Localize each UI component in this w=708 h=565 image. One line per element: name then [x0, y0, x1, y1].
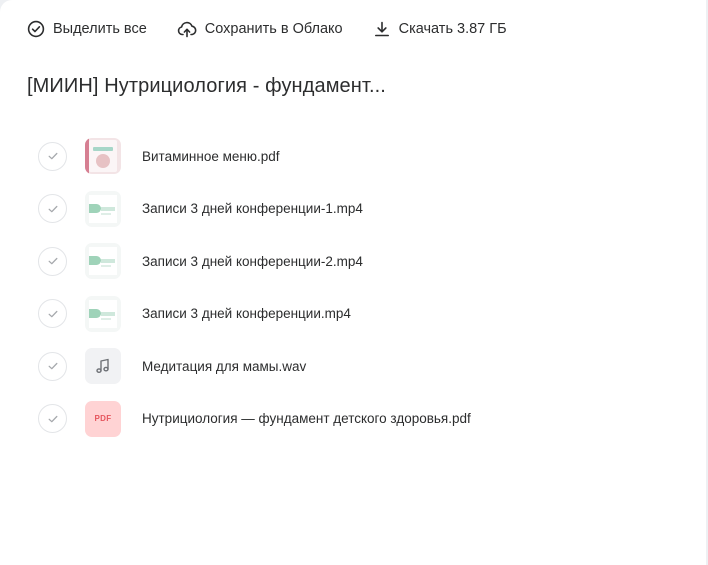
file-row[interactable]: Записи 3 дней конференции.mp4 — [38, 288, 678, 341]
check-circle-icon — [27, 20, 45, 38]
checkmark-icon — [48, 415, 57, 423]
select-all-button[interactable]: Выделить все — [27, 20, 147, 38]
video-thumbnail — [85, 295, 121, 332]
file-select-checkbox[interactable] — [38, 246, 67, 276]
music-note-icon — [96, 359, 109, 374]
pdf-thumbnail — [85, 138, 121, 175]
download-label: Скачать 3.87 ГБ — [398, 21, 507, 37]
file-name: Витаминное меню.pdf — [142, 148, 280, 164]
save-to-cloud-label: Сохранить в Облако — [204, 21, 343, 37]
file-select-checkbox[interactable] — [38, 404, 67, 434]
file-list-panel: Выделить все Сохранить в Облако Скачать … — [0, 0, 706, 565]
toolbar: Выделить все Сохранить в Облако Скачать … — [27, 18, 537, 40]
download-button[interactable]: Скачать 3.87 ГБ — [373, 20, 507, 38]
file-list: Витаминное меню.pdf Записи 3 дней конфер… — [38, 130, 678, 445]
file-row[interactable]: Записи 3 дней конференции-1.mp4 — [38, 183, 678, 236]
select-all-label: Выделить все — [53, 21, 147, 37]
file-select-checkbox[interactable] — [38, 351, 67, 381]
checkmark-icon — [48, 205, 57, 213]
save-to-cloud-button[interactable]: Сохранить в Облако — [177, 20, 343, 38]
file-row[interactable]: PDF Нутрициология — фундамент детского з… — [38, 393, 678, 446]
checkmark-icon — [48, 310, 57, 318]
file-name: Медитация для мамы.wav — [142, 358, 307, 374]
file-row[interactable]: Витаминное меню.pdf — [38, 130, 678, 183]
file-name: Записи 3 дней конференции-2.mp4 — [142, 253, 363, 269]
file-select-checkbox[interactable] — [38, 194, 67, 224]
file-row[interactable]: Записи 3 дней конференции-2.mp4 — [38, 235, 678, 288]
video-thumbnail — [85, 190, 121, 227]
file-name: Записи 3 дней конференции-1.mp4 — [142, 201, 363, 217]
file-select-checkbox[interactable] — [38, 141, 67, 171]
file-name: Записи 3 дней конференции.mp4 — [142, 306, 351, 322]
checkmark-icon — [48, 258, 57, 265]
checkmark-icon — [48, 363, 57, 370]
file-name: Нутрициология — фундамент детского здоро… — [142, 411, 471, 427]
file-select-checkbox[interactable] — [38, 299, 67, 329]
audio-thumbnail — [85, 348, 121, 385]
pdf-type-label: PDF — [94, 414, 112, 424]
video-thumbnail — [85, 243, 121, 280]
checkmark-icon — [48, 153, 57, 160]
pdf-type-icon: PDF — [85, 400, 121, 437]
download-icon — [373, 20, 391, 38]
folder-title: [МИИН] Нутрициология - фундамент... — [27, 75, 386, 97]
file-row[interactable]: Медитация для мамы.wav — [38, 340, 678, 393]
cloud-upload-icon — [177, 20, 197, 38]
